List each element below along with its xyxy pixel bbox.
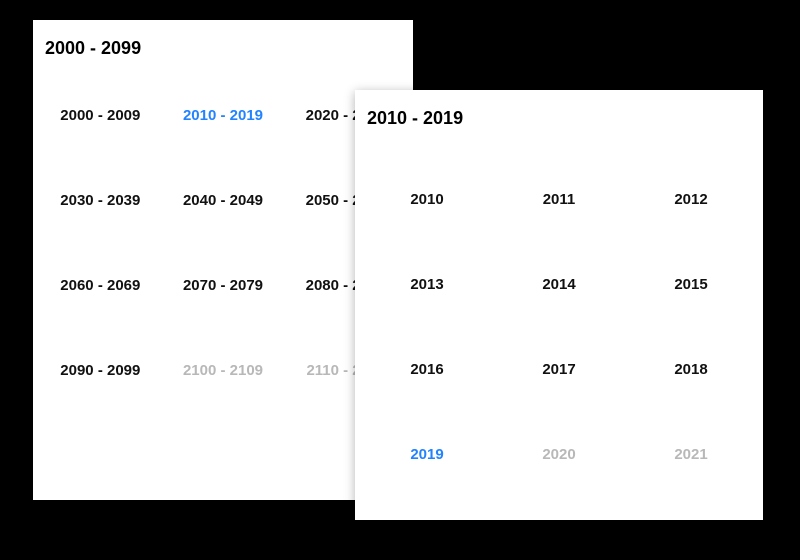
decade-range-cell[interactable]: 2070 - 2079	[164, 273, 283, 298]
decade-range-cell[interactable]: 2100 - 2109	[164, 358, 283, 383]
year-cell[interactable]: 2018	[627, 357, 755, 382]
year-cell[interactable]: 2020	[495, 442, 623, 467]
decade-grid: 2010 2011 2012 2013 2014 2015 2016 2017 …	[355, 187, 763, 479]
decade-range-cell[interactable]: 2040 - 2049	[164, 188, 283, 213]
year-cell[interactable]: 2015	[627, 272, 755, 297]
decade-range-cell[interactable]: 2000 - 2009	[41, 103, 160, 128]
year-cell[interactable]: 2021	[627, 442, 755, 467]
decade-range-cell[interactable]: 2060 - 2069	[41, 273, 160, 298]
year-cell[interactable]: 2010	[363, 187, 491, 212]
year-cell[interactable]: 2012	[627, 187, 755, 212]
year-cell[interactable]: 2013	[363, 272, 491, 297]
year-cell[interactable]: 2014	[495, 272, 623, 297]
year-cell[interactable]: 2019	[363, 442, 491, 467]
century-range-title[interactable]: 2000 - 2099	[33, 20, 413, 77]
decade-picker-panel: 2010 - 2019 2010 2011 2012 2013 2014 201…	[355, 90, 763, 520]
year-cell[interactable]: 2017	[495, 357, 623, 382]
decade-range-cell[interactable]: 2010 - 2019	[164, 103, 283, 128]
decade-range-cell[interactable]: 2090 - 2099	[41, 358, 160, 383]
year-cell[interactable]: 2011	[495, 187, 623, 212]
year-cell[interactable]: 2016	[363, 357, 491, 382]
decade-range-title[interactable]: 2010 - 2019	[355, 90, 763, 147]
decade-range-cell[interactable]: 2030 - 2039	[41, 188, 160, 213]
